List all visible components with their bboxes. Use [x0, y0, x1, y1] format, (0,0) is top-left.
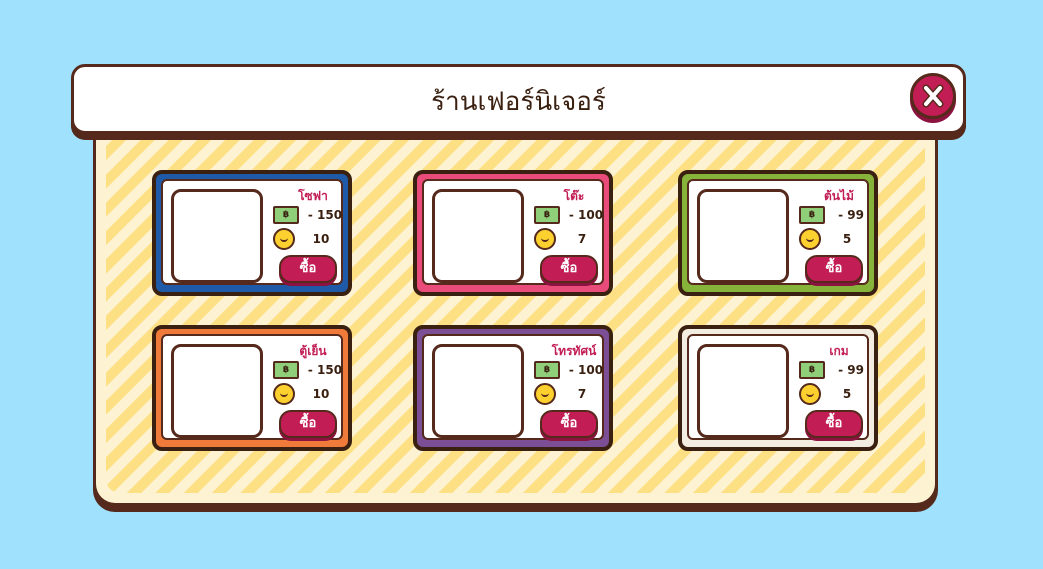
coin-price: 7 [577, 387, 587, 401]
item-image-placeholder [697, 344, 789, 438]
item-image-placeholder [432, 189, 524, 283]
close-icon [922, 84, 944, 108]
coin-price: 5 [842, 232, 852, 246]
banknote-icon: ฿ [799, 361, 825, 379]
item-image-placeholder [432, 344, 524, 438]
shop-title: ร้านเฟอร์นิเจอร์ [431, 87, 606, 117]
item-card-tv: โทรทัศน์ ฿ - 100 7 ซื้อ [413, 325, 613, 451]
banknote-icon: ฿ [273, 361, 299, 379]
coin-price: 5 [842, 387, 852, 401]
item-name: โทรทัศน์ [551, 344, 597, 358]
coin-icon [799, 383, 821, 405]
item-image-placeholder [697, 189, 789, 283]
item-name: เกม [829, 344, 849, 358]
item-name: โต๊ะ [563, 189, 585, 203]
item-image-placeholder [171, 344, 263, 438]
banknote-icon: ฿ [273, 206, 299, 224]
buy-button[interactable]: ซื้อ [279, 255, 337, 283]
cash-price: - 100 [568, 363, 604, 377]
item-name: ตู้เย็น [299, 344, 327, 358]
banknote-icon: ฿ [534, 206, 560, 224]
cash-price: - 150 [307, 208, 343, 222]
item-card-plant: ต้นไม้ ฿ - 99 5 ซื้อ [678, 170, 878, 296]
item-image-placeholder [171, 189, 263, 283]
item-card-game: เกม ฿ - 99 5 ซื้อ [678, 325, 878, 451]
close-button[interactable] [910, 73, 956, 119]
cash-price: - 150 [307, 363, 343, 377]
buy-button[interactable]: ซื้อ [805, 255, 863, 283]
banknote-icon: ฿ [799, 206, 825, 224]
coin-icon [799, 228, 821, 250]
shop-header: ร้านเฟอร์นิเจอร์ [71, 64, 966, 134]
buy-button[interactable]: ซื้อ [540, 255, 598, 283]
buy-button[interactable]: ซื้อ [805, 410, 863, 438]
coin-price: 10 [312, 387, 330, 401]
item-name: ต้นไม้ [824, 189, 854, 203]
coin-icon [273, 228, 295, 250]
cash-price: - 99 [838, 363, 864, 377]
coin-icon [534, 383, 556, 405]
coin-price: 10 [312, 232, 330, 246]
item-card-table: โต๊ะ ฿ - 100 7 ซื้อ [413, 170, 613, 296]
item-card-fridge: ตู้เย็น ฿ - 150 10 ซื้อ [152, 325, 352, 451]
item-name: โซฟา [298, 189, 328, 203]
cash-price: - 99 [838, 208, 864, 222]
coin-icon [534, 228, 556, 250]
coin-icon [273, 383, 295, 405]
buy-button[interactable]: ซื้อ [279, 410, 337, 438]
banknote-icon: ฿ [534, 361, 560, 379]
cash-price: - 100 [568, 208, 604, 222]
item-card-sofa: โซฟา ฿ - 150 10 ซื้อ [152, 170, 352, 296]
coin-price: 7 [577, 232, 587, 246]
buy-button[interactable]: ซื้อ [540, 410, 598, 438]
